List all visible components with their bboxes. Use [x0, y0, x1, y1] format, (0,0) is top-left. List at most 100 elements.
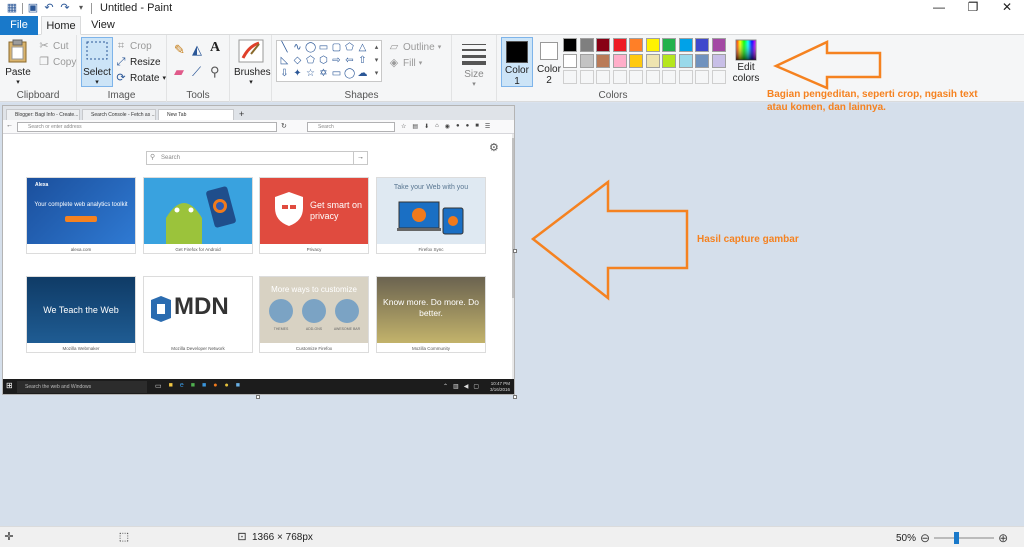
brushes-button[interactable]: Brushes ▾ — [234, 38, 271, 86]
six-point-star-shape-icon[interactable]: ✡ — [318, 69, 329, 79]
curve-shape-icon[interactable]: ∿ — [292, 43, 303, 53]
text-tool-icon[interactable]: A — [210, 40, 220, 56]
crop-button[interactable]: ⌗ Crop — [115, 40, 152, 52]
size-button[interactable]: Size ▾ — [457, 40, 491, 88]
tab-view[interactable]: View — [84, 16, 122, 35]
custom-color-slot[interactable] — [596, 70, 610, 84]
rotate-button[interactable]: ⟳ Rotate ▾ — [115, 72, 166, 84]
triangle-shape-icon[interactable]: △ — [357, 43, 368, 53]
custom-color-slot[interactable] — [629, 70, 643, 84]
rectangle-shape-icon[interactable]: ▭ — [318, 43, 329, 53]
taskbar-apps: ▭ ■ e ■ ■ ● ● ■ — [155, 382, 240, 390]
palette-color-swatch[interactable] — [695, 54, 709, 68]
select-dropdown-icon[interactable]: ▾ — [82, 78, 112, 86]
down-arrow-shape-icon[interactable]: ⇩ — [279, 69, 290, 79]
palette-color-swatch[interactable] — [695, 38, 709, 52]
palette-color-swatch[interactable] — [612, 54, 627, 68]
paste-button[interactable]: Paste ▾ — [3, 38, 33, 86]
polygon-shape-icon[interactable]: ⬠ — [344, 43, 355, 53]
palette-color-swatch[interactable] — [645, 38, 660, 52]
left-arrow-shape-icon[interactable]: ⇦ — [344, 56, 355, 66]
custom-color-slot[interactable] — [645, 70, 660, 84]
save-icon[interactable]: ▣ — [27, 2, 39, 14]
shapes-gallery[interactable]: ╲ ∿ ◯ ▭ ▢ ⬠ △ ◺ ◇ ⬠ ⬡ ⇨ ⇦ ⇧ ⇩ ✦ ☆ ✡ ▭ ◯ … — [276, 40, 382, 82]
palette-color-swatch[interactable] — [711, 38, 726, 52]
palette-color-swatch[interactable] — [645, 54, 660, 68]
custom-color-slot[interactable] — [563, 70, 577, 84]
palette-color-swatch[interactable] — [662, 38, 676, 52]
cut-button[interactable]: ✂ Cut — [38, 40, 68, 52]
close-icon[interactable]: ✕ — [990, 0, 1024, 16]
magnifier-icon[interactable]: ⚲ — [210, 64, 220, 80]
palette-color-swatch[interactable] — [629, 38, 643, 52]
select-button[interactable]: Select ▾ — [81, 37, 113, 87]
gallery-scroll-down-icon[interactable]: ▾ — [371, 56, 382, 66]
palette-color-swatch[interactable] — [563, 54, 577, 68]
captured-screenshot-image[interactable]: Blogger: Bagi Info - Create... Search Co… — [2, 105, 515, 395]
right-triangle-shape-icon[interactable]: ◺ — [279, 56, 290, 66]
line-shape-icon[interactable]: ╲ — [279, 43, 290, 53]
outline-button[interactable]: ▱ Outline ▾ — [388, 41, 441, 53]
eraser-icon[interactable]: ▰ — [174, 64, 184, 80]
palette-color-swatch[interactable] — [629, 54, 643, 68]
palette-color-swatch[interactable] — [596, 54, 610, 68]
custom-color-slot[interactable] — [678, 70, 693, 84]
minimize-icon[interactable]: — — [922, 0, 956, 16]
diamond-shape-icon[interactable]: ◇ — [292, 56, 303, 66]
palette-color-swatch[interactable] — [612, 38, 627, 52]
paste-dropdown-icon[interactable]: ▾ — [3, 78, 33, 86]
undo-icon[interactable]: ↶ — [43, 2, 55, 14]
five-point-star-shape-icon[interactable]: ☆ — [305, 69, 316, 79]
up-arrow-shape-icon[interactable]: ⇧ — [357, 56, 368, 66]
right-arrow-shape-icon[interactable]: ⇨ — [331, 56, 342, 66]
fill-button[interactable]: ◈ Fill ▾ — [388, 57, 423, 69]
gallery-expand-icon[interactable]: ▾ — [371, 69, 382, 79]
tab-home[interactable]: Home — [41, 16, 81, 35]
palette-color-swatch[interactable] — [579, 38, 594, 52]
custom-color-slot[interactable] — [662, 70, 676, 84]
gallery-scroll-up-icon[interactable]: ▴ — [371, 43, 382, 53]
callout-shape-icon[interactable]: ▭ — [331, 69, 342, 79]
zoom-slider-thumb[interactable] — [954, 532, 960, 544]
palette-color-swatch[interactable] — [563, 38, 577, 52]
tab-file[interactable]: File — [0, 16, 38, 35]
palette-color-swatch[interactable] — [579, 54, 594, 68]
custom-color-slot[interactable] — [711, 70, 726, 84]
color1-button[interactable]: Color 1 — [501, 37, 533, 87]
palette-color-swatch[interactable] — [662, 54, 676, 68]
zoom-out-icon[interactable]: ⊖ — [920, 531, 930, 545]
palette-color-swatch[interactable] — [678, 38, 693, 52]
palette-color-swatch[interactable] — [596, 38, 610, 52]
network-icon: ▥ — [453, 384, 459, 390]
color2-button[interactable]: Color 2 — [535, 37, 563, 87]
pentagon-shape-icon[interactable]: ⬠ — [305, 56, 316, 66]
color-picker-icon[interactable]: ⟋ — [192, 64, 201, 80]
canvas-resize-handle-bottom[interactable] — [256, 395, 260, 399]
palette-color-swatch[interactable] — [678, 54, 693, 68]
four-point-star-shape-icon[interactable]: ✦ — [292, 69, 303, 79]
canvas-resize-handle-corner[interactable] — [513, 395, 517, 399]
new-tab-icon: + — [239, 109, 245, 119]
hexagon-shape-icon[interactable]: ⬡ — [318, 56, 329, 66]
canvas-resize-handle-right[interactable] — [513, 249, 517, 253]
oval-shape-icon[interactable]: ◯ — [305, 43, 316, 53]
custom-color-slot[interactable] — [579, 70, 594, 84]
copy-button[interactable]: ❐ Copy — [38, 56, 76, 68]
resize-button[interactable]: ⤢ Resize — [115, 56, 161, 68]
fill-bucket-icon[interactable]: ◭ — [192, 42, 202, 58]
rounded-rectangle-shape-icon[interactable]: ▢ — [331, 43, 342, 53]
zoom-in-icon[interactable]: ⊕ — [998, 531, 1008, 545]
cloud-callout-shape-icon[interactable]: ☁ — [357, 69, 368, 79]
restore-icon[interactable]: ❐ — [956, 0, 990, 16]
redo-icon[interactable]: ↷ — [59, 2, 71, 14]
fill-label: Fill — [403, 57, 416, 69]
oval-callout-shape-icon[interactable]: ◯ — [344, 69, 355, 79]
zoom-slider[interactable] — [934, 532, 995, 544]
edit-colors-button[interactable]: Edit colors — [731, 37, 761, 87]
custom-color-slot[interactable] — [695, 70, 709, 84]
image-group: Select ▾ ⌗ Crop ⤢ Resize ⟳ Rotate ▾ Imag… — [77, 35, 167, 102]
custom-color-slot[interactable] — [612, 70, 627, 84]
customize-quick-access-icon[interactable]: ▾ — [75, 2, 87, 14]
pencil-icon[interactable]: ✎ — [174, 42, 185, 58]
palette-color-swatch[interactable] — [711, 54, 726, 68]
